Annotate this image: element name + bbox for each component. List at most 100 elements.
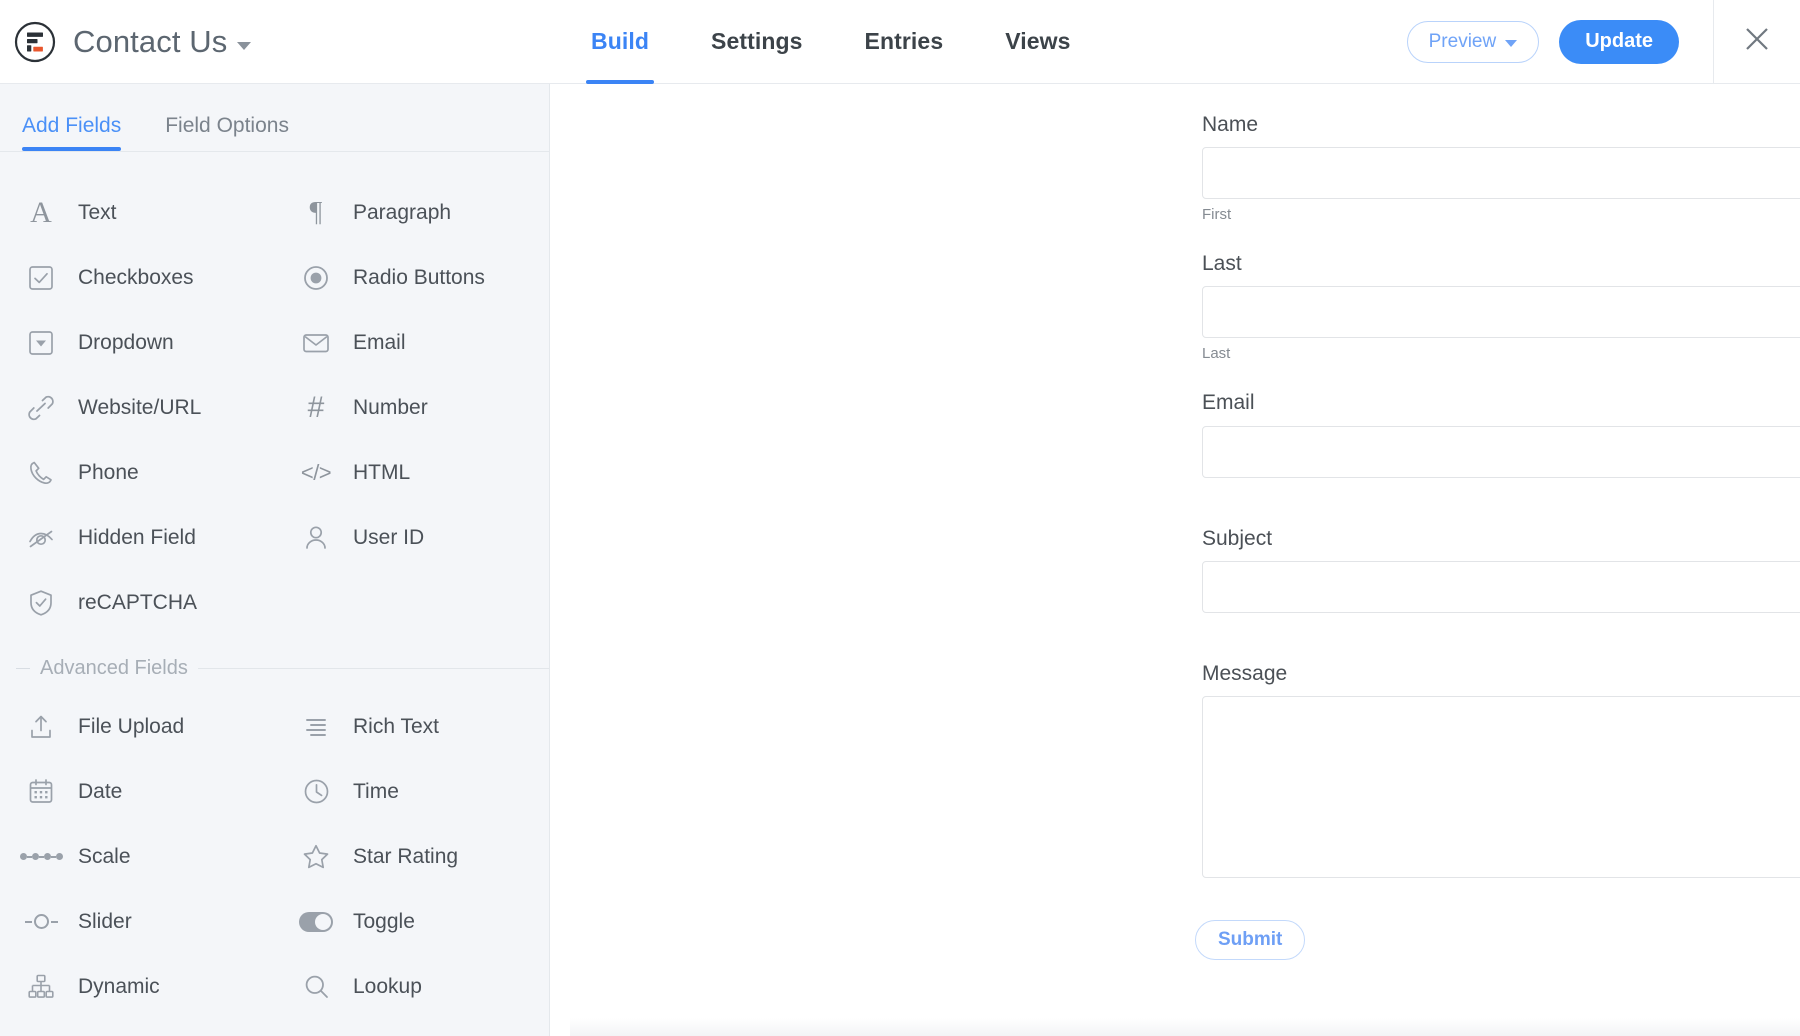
field-type-label: Text <box>78 201 117 225</box>
sidebar: Add Fields Field Options A Text ¶ Paragr… <box>0 84 550 1036</box>
form-fields-list: Name First Last Last Email <box>570 84 1800 960</box>
field-row: Hidden Field User ID <box>0 505 549 570</box>
advanced-fields-divider: Advanced Fields <box>0 657 549 680</box>
field-label: Name <box>1202 112 1800 137</box>
field-type-label: Checkboxes <box>78 266 194 290</box>
field-type-number[interactable]: # Number <box>275 375 550 440</box>
field-type-slider[interactable]: Slider <box>0 889 275 954</box>
sidebar-tabs: Add Fields Field Options <box>0 84 549 152</box>
scale-icon <box>18 837 64 877</box>
sidebar-tab-add-fields[interactable]: Add Fields <box>22 114 133 151</box>
field-row: Scale Star Rating <box>0 824 549 889</box>
field-type-file-upload[interactable]: File Upload <box>0 694 275 759</box>
field-type-label: Star Rating <box>353 845 458 869</box>
field-type-html[interactable]: </> HTML <box>275 440 550 505</box>
field-row: Dynamic Lookup <box>0 954 549 1019</box>
chevron-down-icon[interactable] <box>237 42 251 50</box>
form-field-subject: Subject <box>570 526 1800 613</box>
field-type-label: Dropdown <box>78 331 174 355</box>
tab-views-label: Views <box>1005 28 1070 55</box>
phone-icon <box>18 453 64 493</box>
sitemap-icon <box>18 967 64 1007</box>
field-type-label: Scale <box>78 845 131 869</box>
brand-area: Contact Us <box>0 21 550 63</box>
name-last-input[interactable] <box>1202 286 1800 338</box>
chevron-down-icon <box>1505 40 1517 47</box>
spacer <box>570 478 1800 526</box>
field-type-lookup[interactable]: Lookup <box>275 954 550 1019</box>
field-type-rich-text[interactable]: Rich Text <box>275 694 550 759</box>
spacer <box>570 223 1800 251</box>
hash-icon: # <box>293 388 339 428</box>
field-type-label: Number <box>353 396 428 420</box>
field-type-text[interactable]: A Text <box>0 180 275 245</box>
field-label: Last <box>1202 251 1800 276</box>
close-button[interactable] <box>1714 0 1800 84</box>
page-title: Contact Us <box>73 24 227 60</box>
tab-build[interactable]: Build <box>560 0 680 84</box>
tab-entries-label: Entries <box>865 28 944 55</box>
submit-button[interactable]: Submit <box>1195 920 1305 960</box>
email-input[interactable] <box>1202 426 1800 478</box>
field-type-hidden-field[interactable]: Hidden Field <box>0 505 275 570</box>
field-type-radio-buttons[interactable]: Radio Buttons <box>275 245 550 310</box>
search-icon <box>293 967 339 1007</box>
field-type-star-rating[interactable]: Star Rating <box>275 824 550 889</box>
field-row: reCAPTCHA <box>0 570 549 635</box>
link-icon <box>18 388 64 428</box>
field-type-scale[interactable]: Scale <box>0 824 275 889</box>
field-row: Website/URL # Number <box>0 375 549 440</box>
spacer <box>570 613 1800 661</box>
field-type-email[interactable]: Email <box>275 310 550 375</box>
field-type-label: Toggle <box>353 910 415 934</box>
update-button[interactable]: Update <box>1559 20 1679 64</box>
eye-slash-icon <box>18 518 64 558</box>
form-preview-pane: Name First Last Last Email <box>550 84 1800 1036</box>
field-type-time[interactable]: Time <box>275 759 550 824</box>
field-type-label: User ID <box>353 526 424 550</box>
field-type-recaptcha[interactable]: reCAPTCHA <box>0 570 275 635</box>
field-type-date[interactable]: Date <box>0 759 275 824</box>
field-row: Slider Toggle <box>0 889 549 954</box>
preview-button[interactable]: Preview <box>1407 21 1540 63</box>
close-icon <box>1744 26 1770 57</box>
field-type-website-url[interactable]: Website/URL <box>0 375 275 440</box>
name-first-input[interactable] <box>1202 147 1800 199</box>
subject-input[interactable] <box>1202 561 1800 613</box>
sidebar-tab-field-options[interactable]: Field Options <box>165 114 301 151</box>
calendar-icon <box>18 772 64 812</box>
upload-icon <box>18 707 64 747</box>
field-type-label: Phone <box>78 461 139 485</box>
field-type-label: Dynamic <box>78 975 160 999</box>
field-type-label: reCAPTCHA <box>78 591 197 615</box>
field-type-toggle[interactable]: Toggle <box>275 889 550 954</box>
toggle-icon <box>293 902 339 942</box>
tab-settings[interactable]: Settings <box>680 0 834 84</box>
envelope-icon <box>293 323 339 363</box>
field-type-paragraph[interactable]: ¶ Paragraph <box>275 180 550 245</box>
form-field-email: Email <box>570 390 1800 477</box>
radio-button-icon <box>293 258 339 298</box>
tab-views[interactable]: Views <box>974 0 1101 84</box>
divider-dash-left <box>16 668 30 669</box>
star-icon <box>293 837 339 877</box>
pilcrow-icon: ¶ <box>293 193 339 233</box>
field-type-checkboxes[interactable]: Checkboxes <box>0 245 275 310</box>
shield-check-icon <box>18 583 64 623</box>
message-textarea[interactable] <box>1202 696 1800 878</box>
field-type-label: Slider <box>78 910 132 934</box>
divider-dash-right <box>198 668 549 669</box>
field-type-dropdown[interactable]: Dropdown <box>0 310 275 375</box>
spacer <box>570 362 1800 390</box>
rich-text-icon <box>293 707 339 747</box>
tab-entries[interactable]: Entries <box>834 0 975 84</box>
field-type-label: Date <box>78 780 122 804</box>
code-icon: </> <box>293 453 339 493</box>
field-type-phone[interactable]: Phone <box>0 440 275 505</box>
field-label: Subject <box>1202 526 1800 551</box>
field-type-user-id[interactable]: User ID <box>275 505 550 570</box>
field-type-label: File Upload <box>78 715 184 739</box>
field-type-dynamic[interactable]: Dynamic <box>0 954 275 1019</box>
dropdown-icon <box>18 323 64 363</box>
field-row: A Text ¶ Paragraph <box>0 180 549 245</box>
